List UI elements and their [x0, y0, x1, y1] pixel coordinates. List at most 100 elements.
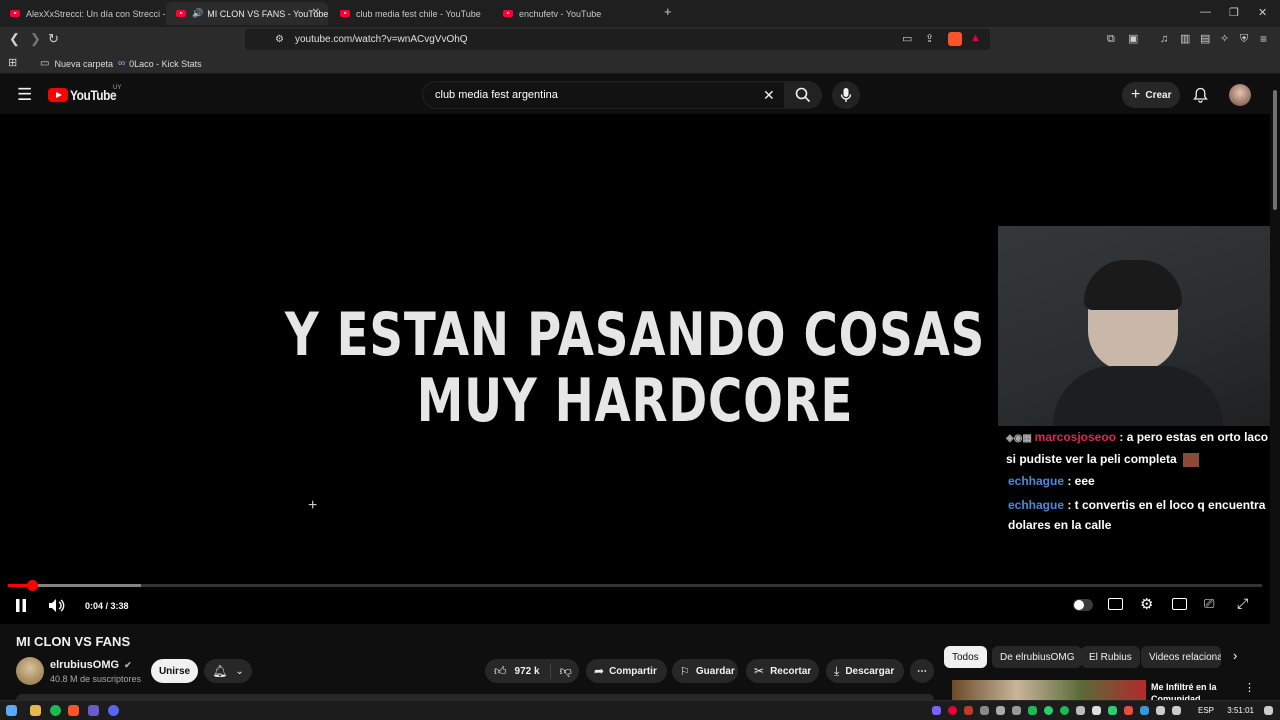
forward-icon[interactable]: ❯ — [30, 32, 41, 46]
music-icon[interactable]: ♫ — [1160, 32, 1168, 46]
fullscreen-icon[interactable]: ⤢ — [1237, 595, 1248, 612]
bookmark-link[interactable]: ∞ 0Laco - Kick Stats — [118, 58, 202, 69]
tray-icon[interactable] — [980, 706, 989, 715]
progress-scrubber-handle[interactable] — [26, 580, 38, 591]
bookmark-folder[interactable]: ▭ Nueva carpeta — [40, 58, 113, 69]
chat-username: echhague — [1008, 474, 1065, 488]
dislike-icon[interactable]: 👎︎ — [560, 664, 572, 679]
more-vertical-icon[interactable]: ⋮ — [1244, 681, 1255, 694]
tray-icon[interactable] — [1156, 706, 1165, 715]
search-button[interactable] — [784, 81, 822, 109]
chevron-right-icon[interactable]: › — [1233, 648, 1237, 663]
address-bar[interactable]: ⚙ youtube.com/watch?v=wnACvgVvOhQ ▭ ⇪ ▲ — [245, 29, 990, 50]
user-avatar[interactable] — [1229, 84, 1251, 106]
clip-button[interactable]: ✂ Recortar — [746, 659, 819, 683]
tray-icon[interactable] — [1076, 706, 1085, 715]
like-icon[interactable]: 👍︎ — [494, 664, 507, 679]
hamburger-menu-icon[interactable]: ☰ — [17, 86, 32, 103]
tray-icon[interactable] — [1012, 706, 1021, 715]
miniplayer-icon[interactable] — [1172, 598, 1187, 610]
autoplay-toggle[interactable] — [1073, 599, 1093, 611]
notification-center-icon[interactable] — [1264, 706, 1273, 715]
site-info-icon[interactable]: ⚙ — [275, 33, 284, 47]
extensions-icon[interactable]: ⧉ — [1107, 32, 1115, 46]
save-button[interactable]: ⚐ Guardar — [672, 659, 738, 683]
reload-icon[interactable]: ↻ — [48, 32, 59, 46]
kick-stats-icon: ∞ — [118, 58, 126, 69]
chip-todos[interactable]: Todos — [944, 646, 987, 668]
clear-search-icon[interactable]: ✕ — [763, 87, 775, 104]
tray-icon[interactable] — [1140, 706, 1149, 715]
video-player[interactable]: Y ESTAN PASANDO COSAS MUY HARDCORE + ◈◉▦… — [0, 114, 1270, 624]
share-button[interactable]: ➦ Compartir — [586, 659, 667, 683]
save-bookmark-icon: ⚐ — [680, 665, 690, 678]
search-input[interactable]: club media fest argentina ✕ — [422, 81, 786, 109]
restore-icon[interactable]: ❐ — [1229, 6, 1239, 19]
brave-rewards-icon[interactable]: ▲ — [970, 31, 981, 45]
apps-grid-icon[interactable]: ⊞ — [8, 56, 17, 70]
youtube-logo-icon[interactable] — [48, 88, 68, 102]
cast-icon[interactable]: ▭ — [902, 32, 912, 46]
network-icon[interactable] — [1172, 706, 1181, 715]
file-explorer-icon[interactable] — [30, 705, 41, 716]
tray-icon[interactable] — [1092, 706, 1101, 715]
chip-related[interactable]: Videos relacionados — [1141, 646, 1221, 668]
brave-browser-icon[interactable] — [68, 705, 79, 716]
vpn-icon[interactable]: ⛨ — [1240, 32, 1248, 46]
spotify-icon[interactable] — [50, 705, 61, 716]
language-indicator[interactable]: ESP — [1198, 706, 1214, 715]
volume-button[interactable] — [48, 598, 65, 616]
voice-search-button[interactable] — [832, 81, 860, 109]
new-tab-icon[interactable]: + — [664, 4, 672, 19]
chip-el-rubius[interactable]: El Rubius — [1081, 646, 1140, 668]
channel-name[interactable]: elrubiusOMG ✔ — [50, 659, 132, 671]
create-button[interactable]: + Crear — [1122, 82, 1180, 108]
pause-button[interactable] — [15, 599, 27, 615]
back-icon[interactable]: ❮ — [9, 32, 20, 46]
channel-avatar[interactable] — [16, 657, 44, 685]
recommendation-thumbnail[interactable] — [952, 680, 1146, 702]
tray-icon[interactable] — [932, 706, 941, 715]
tray-icon[interactable] — [1060, 706, 1069, 715]
subtitles-icon[interactable] — [1108, 598, 1123, 610]
tray-icon[interactable] — [1108, 706, 1117, 715]
system-clock[interactable]: 3:51:01 — [1227, 706, 1254, 715]
youtube-logo-text[interactable]: YouTube — [70, 87, 117, 103]
like-count[interactable]: 972 k — [515, 666, 540, 677]
app-icon[interactable] — [88, 705, 99, 716]
minimize-icon[interactable]: — — [1200, 6, 1211, 18]
progress-bar[interactable] — [8, 580, 1262, 591]
chip-from-channel[interactable]: De elrubiusOMG — [992, 646, 1083, 668]
join-button[interactable]: Unirse — [151, 659, 198, 683]
tray-icon[interactable] — [948, 706, 957, 715]
subscription-notifications-button[interactable]: 🔔︎ ⌄ — [204, 659, 252, 683]
download-button[interactable]: ⤓ Descargar — [826, 659, 904, 683]
page-scrollbar[interactable] — [1270, 76, 1280, 702]
close-window-icon[interactable]: ✕ — [1258, 6, 1267, 19]
tray-icon[interactable] — [1028, 706, 1037, 715]
sidebar-icon[interactable]: ▥ — [1180, 32, 1190, 46]
leo-icon[interactable]: ✧ — [1220, 32, 1229, 46]
tray-icon[interactable] — [964, 706, 973, 715]
browser-tab-active[interactable]: 🔊 MI CLON VS FANS - YouTube ✕ — [166, 2, 328, 25]
tray-icon[interactable] — [1124, 706, 1133, 715]
notifications-bell-icon[interactable] — [1193, 87, 1208, 103]
close-tab-icon[interactable]: ✕ — [312, 7, 320, 18]
browser-tab[interactable]: enchufetv - YouTube — [493, 2, 653, 25]
share-icon[interactable]: ⇪ — [925, 32, 934, 46]
more-actions-button[interactable]: ⋯ — [910, 659, 934, 683]
windows-start-icon[interactable] — [6, 705, 17, 716]
browser-tab[interactable]: AlexXxStrecci: Un día con Strecci - Yo — [0, 2, 165, 25]
brave-shield-icon[interactable] — [948, 32, 962, 46]
discord-icon[interactable] — [108, 705, 119, 716]
tray-icon[interactable] — [996, 706, 1005, 715]
chip-label: El Rubius — [1089, 651, 1132, 663]
browser-tab[interactable]: club media fest chile - YouTube — [330, 2, 490, 25]
settings-gear-icon[interactable]: ⚙ — [1140, 595, 1153, 613]
screenshot-icon[interactable]: ▣ — [1128, 32, 1138, 46]
scrollbar-thumb[interactable] — [1273, 90, 1277, 210]
wallet-icon[interactable]: ▤ — [1200, 32, 1210, 46]
cast-icon[interactable]: ⎚ — [1204, 596, 1214, 612]
tray-icon[interactable] — [1044, 706, 1053, 715]
menu-icon[interactable]: ≡ — [1260, 32, 1267, 46]
